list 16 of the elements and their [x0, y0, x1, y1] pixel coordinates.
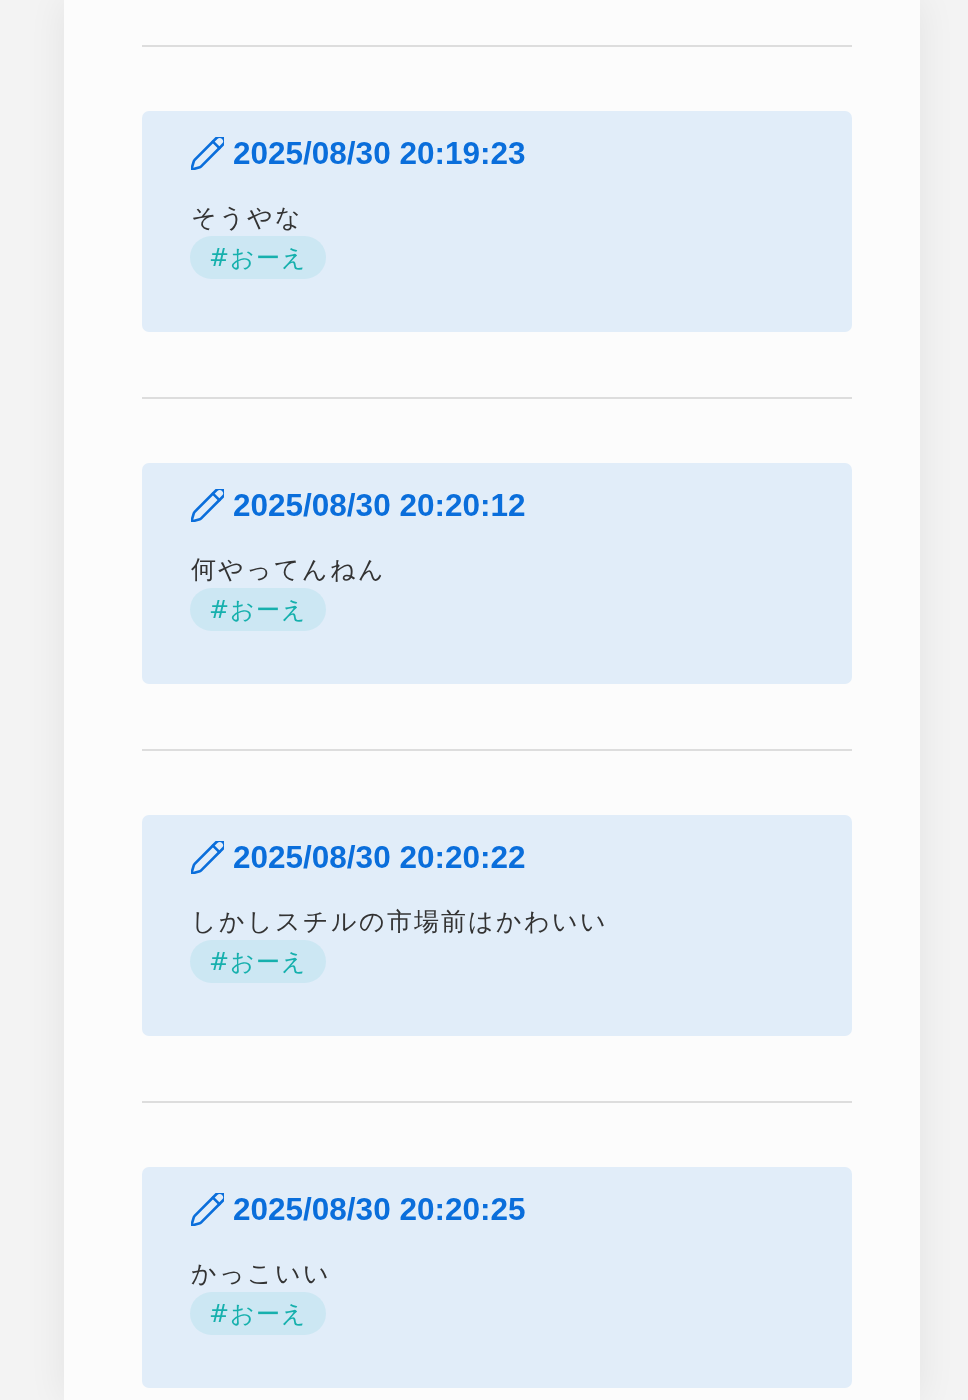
post-text: かっこいい	[191, 1258, 331, 1290]
pencil-icon[interactable]	[191, 488, 224, 522]
hashtag-link[interactable]: #おーえ	[190, 236, 327, 279]
post-timestamp: 2025/08/30 20:20:25	[233, 1191, 526, 1227]
post-text: 何やってんねん	[191, 554, 386, 586]
hashtag-link[interactable]: #おーえ	[190, 588, 327, 631]
post-text: しかしスチルの市場前はかわいい	[191, 906, 608, 938]
post-timestamp: 2025/08/30 20:20:22	[233, 839, 526, 875]
post-text: そうやな	[191, 202, 303, 234]
post-timestamp: 2025/08/30 20:19:23	[233, 135, 526, 171]
pencil-icon[interactable]	[191, 1192, 224, 1226]
pencil-icon[interactable]	[191, 136, 224, 170]
post-timestamp: 2025/08/30 20:20:12	[233, 487, 526, 523]
hashtag-link[interactable]: #おーえ	[190, 940, 327, 983]
pencil-icon[interactable]	[191, 840, 224, 874]
hashtag-link[interactable]: #おーえ	[190, 1292, 327, 1335]
